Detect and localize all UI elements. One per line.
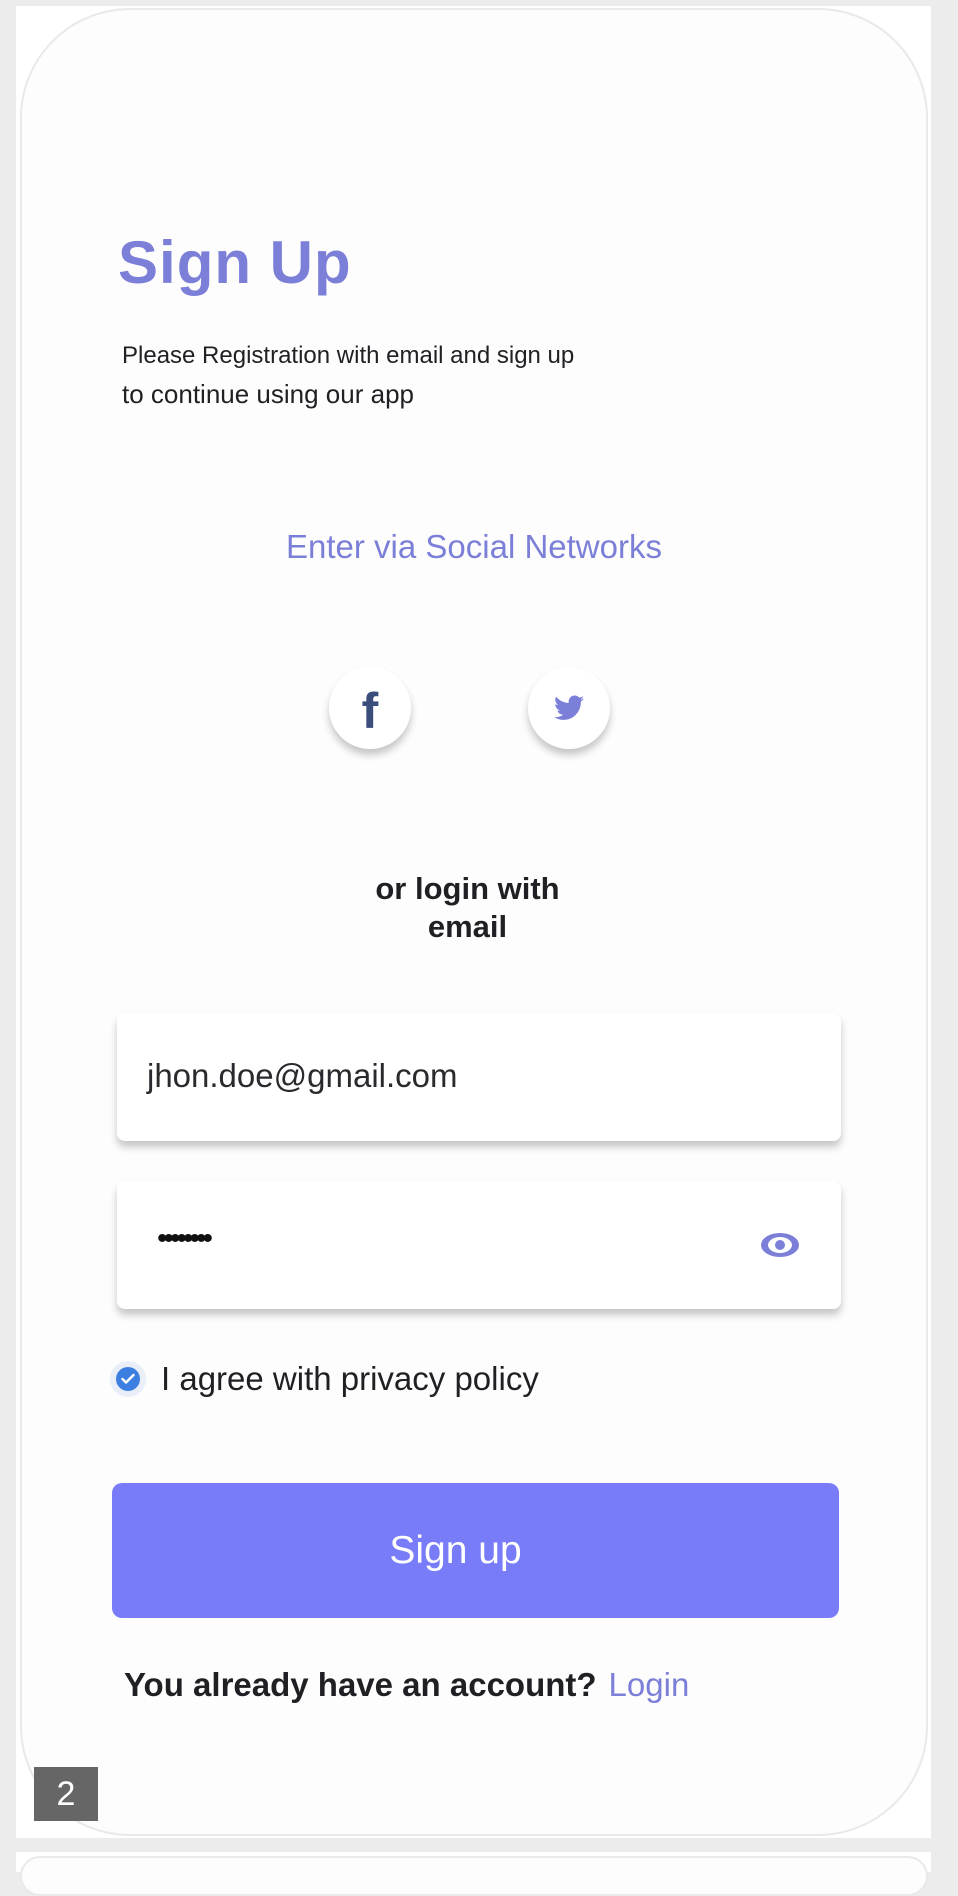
privacy-label: I agree with privacy policy: [161, 1360, 539, 1397]
facebook-icon: f: [361, 683, 379, 739]
privacy-agree-row: I agree with privacy policy: [110, 1360, 539, 1398]
page-number-badge: 2: [34, 1767, 98, 1821]
page-subtitle: Please Registration with email and sign …: [122, 336, 642, 415]
or-login-with-email: or login with email: [0, 870, 935, 946]
login-question: You already have an account?: [124, 1666, 597, 1703]
twitter-icon: [554, 695, 584, 720]
subtitle-line-2: to continue using our app: [122, 379, 414, 409]
subtitle-line-1: Please Registration with email and sign …: [122, 342, 575, 369]
password-field[interactable]: ••••••••: [117, 1181, 841, 1309]
social-heading: Enter via Social Networks: [286, 528, 662, 565]
email-field[interactable]: jhon.doe@gmail.com: [117, 1013, 841, 1141]
privacy-checkbox[interactable]: [110, 1361, 146, 1397]
login-prompt: You already have an account? Login: [124, 1666, 689, 1704]
twitter-login-button[interactable]: [528, 667, 610, 749]
signup-button[interactable]: Sign up: [112, 1483, 839, 1618]
or-text-line-1: or login with: [375, 871, 560, 906]
facebook-login-button[interactable]: f: [329, 667, 411, 749]
page-title: Sign Up: [118, 229, 352, 296]
next-screen-card: [20, 1856, 928, 1896]
email-value: jhon.doe@gmail.com: [147, 1057, 458, 1094]
login-link[interactable]: Login: [609, 1666, 690, 1703]
password-value: ••••••••: [157, 1222, 213, 1255]
or-text-line-2: email: [427, 909, 508, 944]
check-icon: [116, 1367, 140, 1391]
eye-icon[interactable]: [759, 1228, 801, 1262]
